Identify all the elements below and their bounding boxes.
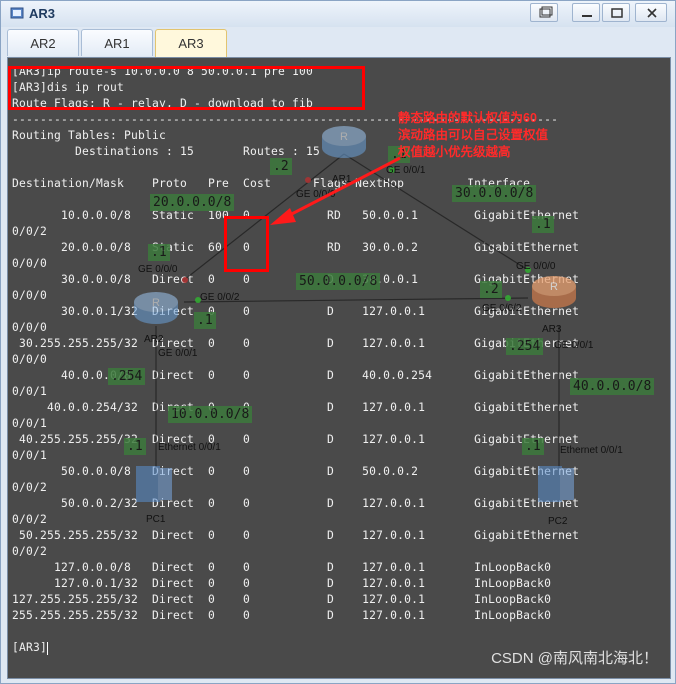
network-tag: 10.0.0.0/8 (168, 406, 253, 423)
iface-label: GE 0/0/0 (138, 264, 178, 275)
window-title: AR3 (29, 6, 56, 21)
iface-label: GE 0/0/1 (158, 348, 198, 359)
restore-button[interactable] (530, 3, 558, 22)
host-id-tag: .1 (148, 244, 170, 261)
terminal-line: 0/0/1 (12, 417, 48, 430)
app-window: AR3 AR2 AR1 AR3 [AR3]ip route-s 10.0.0.0… (0, 0, 676, 684)
host-id-tag: .2 (270, 158, 292, 175)
minimize-icon (582, 15, 592, 17)
terminal-line: 40.0.0.254/32 Direct 0 0 D 127.0.0.1 Gig… (12, 401, 580, 414)
close-button[interactable] (635, 3, 667, 22)
restore-icon (539, 6, 553, 18)
close-icon (647, 8, 657, 18)
terminal-line: 127.255.255.255/32 Direct 0 0 D 127.0.0.… (12, 593, 552, 606)
terminal-line: Destinations : 15 Routes : 15 (12, 145, 321, 158)
terminal-app-icon (10, 7, 24, 19)
tab-ar3[interactable]: AR3 (155, 29, 227, 58)
annotation-line: 权值越小优先级越高 (398, 145, 511, 159)
host-id-tag: .1 (522, 438, 544, 455)
terminal-line: 0/0/2 (12, 513, 48, 526)
device-label-pc1: PC1 (146, 514, 166, 525)
host-id-tag: .2 (480, 281, 502, 298)
iface-label: GE 0/0/2 (200, 292, 240, 303)
terminal-line: 0/0/2 (12, 481, 48, 494)
host-id-tag: .1 (194, 312, 216, 329)
terminal-line: 20.0.0.0/8 Static 60 0 RD 30.0.0.2 Gigab… (12, 241, 580, 254)
title-bar: AR3 (1, 1, 675, 27)
annotation-line: 滨动路由可以自己设置权值 (398, 128, 549, 142)
annotation-text: 静态路由的默认权值为60 滨动路由可以自己设置权值 权值越小优先级越高 (398, 110, 548, 161)
host-id-tag: .254 (506, 338, 544, 355)
iface-label: GE 0/0/0 (516, 261, 556, 272)
terminal-line: Routing Tables: Public (12, 129, 167, 142)
annotation-line: 静态路由的默认权值为60 (398, 111, 537, 125)
terminal-line: 30.0.0.1/32 Direct 0 0 D 127.0.0.1 Gigab… (12, 305, 580, 318)
terminal-line: 0/0/2 (12, 225, 48, 238)
terminal-line: 50.0.0.0/8 Direct 0 0 D 50.0.0.2 Gigabit… (12, 465, 580, 478)
device-label-ar3: AR3 (542, 324, 562, 335)
terminal-line: 50.255.255.255/32 Direct 0 0 D 127.0.0.1… (12, 529, 580, 542)
command-highlight-box (8, 66, 365, 110)
terminal-line: 0/0/0 (12, 257, 48, 270)
terminal-line: 10.0.0.0/8 Static 100 0 RD 50.0.0.1 Giga… (12, 209, 580, 222)
minimize-button[interactable] (572, 3, 600, 22)
network-tag: 40.0.0.0/8 (570, 378, 655, 395)
maximize-button[interactable] (602, 3, 630, 22)
terminal-line: 127.0.0.1/32 Direct 0 0 D 127.0.0.1 InLo… (12, 577, 552, 590)
network-tag: 30.0.0.0/8 (452, 185, 537, 202)
terminal-line: 127.0.0.0/8 Direct 0 0 D 127.0.0.1 InLoo… (12, 561, 552, 574)
maximize-icon (611, 8, 623, 18)
watermark: CSDN @南风南北海北！ (491, 650, 658, 667)
tab-ar1[interactable]: AR1 (81, 29, 153, 56)
host-id-tag: .254 (108, 368, 146, 385)
network-tag: 20.0.0.0/8 (150, 194, 235, 211)
network-tag: 50.0.0.0/8 (296, 273, 381, 290)
terminal-line: 50.0.0.2/32 Direct 0 0 D 127.0.0.1 Gigab… (12, 497, 580, 510)
iface-label: GE 0/0/0 (296, 189, 336, 200)
device-label-ar2: AR2 (144, 334, 164, 345)
terminal-line: 0/0/2 (12, 545, 48, 558)
iface-label: Ethernet 0/0/1 (158, 442, 221, 453)
device-label-ar1: AR1 (332, 174, 352, 185)
device-label-pc2: PC2 (548, 516, 568, 527)
terminal-line: 0/0/0 (12, 289, 48, 302)
terminal-line: 255.255.255.255/32 Direct 0 0 D 127.0.0.… (12, 609, 552, 622)
terminal-line: 0/0/0 (12, 321, 48, 334)
iface-label: GE 0/0/1 (386, 165, 426, 176)
iface-label: Ethernet 0/0/1 (560, 445, 623, 456)
session-tabs: AR2 AR1 AR3 (7, 29, 671, 58)
iface-label: GE 0/0/1 (554, 340, 594, 351)
text-cursor (47, 641, 49, 655)
preference-highlight-box (224, 216, 269, 272)
host-id-tag: .1 (532, 216, 554, 233)
tab-ar2[interactable]: AR2 (7, 29, 79, 56)
terminal-pane[interactable]: [AR3]ip route-s 10.0.0.0 8 50.0.0.1 pre … (7, 57, 671, 679)
iface-label: GE 0/0/2 (482, 303, 522, 314)
terminal-line: 0/0/0 (12, 353, 48, 366)
terminal-line: ----------------------------------------… (12, 113, 559, 126)
host-id-tag: .1 (124, 438, 146, 455)
terminal-output: [AR3]ip route-s 10.0.0.0 8 50.0.0.1 pre … (12, 64, 668, 656)
